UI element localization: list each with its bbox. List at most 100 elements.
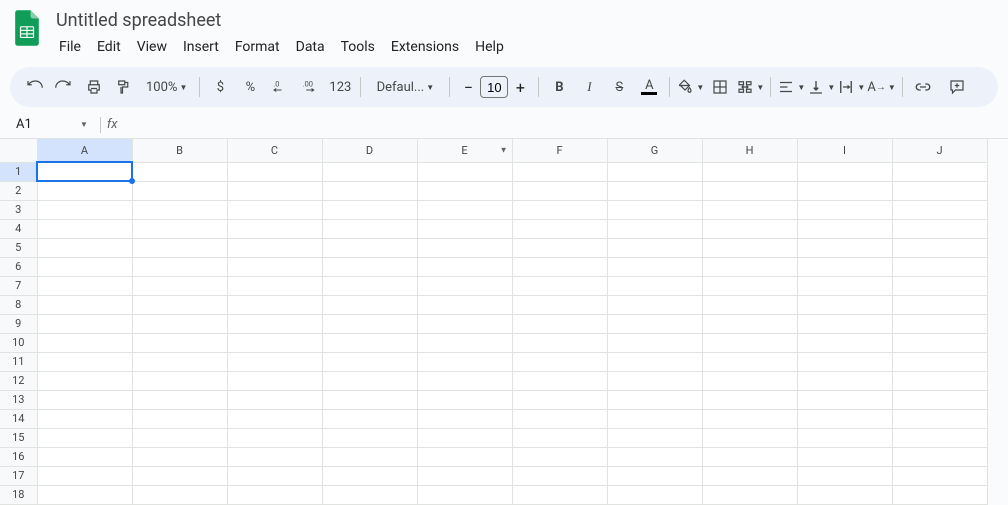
row-header[interactable]: 2 xyxy=(0,181,37,200)
cell[interactable] xyxy=(37,352,132,371)
formula-input[interactable] xyxy=(118,117,1008,132)
cell[interactable] xyxy=(132,295,227,314)
spreadsheet-grid[interactable]: ABCDE▼FGHIJ 123456789101112131415161718 xyxy=(0,139,988,505)
column-header[interactable]: C xyxy=(227,139,322,162)
cell[interactable] xyxy=(322,485,417,504)
cell[interactable] xyxy=(512,295,607,314)
cell[interactable] xyxy=(892,295,987,314)
menu-extensions[interactable]: Extensions xyxy=(384,35,466,59)
cell[interactable] xyxy=(892,219,987,238)
cell[interactable] xyxy=(322,333,417,352)
cell[interactable] xyxy=(322,428,417,447)
cell[interactable] xyxy=(512,390,607,409)
cell[interactable] xyxy=(132,466,227,485)
italic-button[interactable]: I xyxy=(575,73,603,101)
cell[interactable] xyxy=(322,276,417,295)
cell[interactable] xyxy=(512,200,607,219)
cell[interactable] xyxy=(797,276,892,295)
cell[interactable] xyxy=(37,295,132,314)
cell[interactable] xyxy=(512,257,607,276)
cell[interactable] xyxy=(797,295,892,314)
row-header[interactable]: 6 xyxy=(0,257,37,276)
cell[interactable] xyxy=(417,181,512,200)
cell[interactable] xyxy=(797,181,892,200)
cell[interactable] xyxy=(417,428,512,447)
percent-button[interactable]: % xyxy=(236,73,264,101)
cell[interactable] xyxy=(227,371,322,390)
cell[interactable] xyxy=(512,162,607,181)
cell[interactable] xyxy=(892,162,987,181)
zoom-select[interactable]: 100%▼ xyxy=(140,73,193,101)
cell[interactable] xyxy=(322,466,417,485)
vertical-align-button[interactable]: ▼ xyxy=(807,73,835,101)
cell[interactable] xyxy=(607,238,702,257)
horizontal-align-button[interactable]: ▼ xyxy=(777,73,805,101)
cell[interactable] xyxy=(417,390,512,409)
cell[interactable] xyxy=(797,447,892,466)
cell[interactable] xyxy=(227,219,322,238)
cell[interactable] xyxy=(797,162,892,181)
bold-button[interactable]: B xyxy=(545,73,573,101)
cell[interactable] xyxy=(132,352,227,371)
cell[interactable] xyxy=(702,352,797,371)
sheets-logo-icon[interactable] xyxy=(12,8,42,48)
cell[interactable] xyxy=(417,314,512,333)
cell[interactable] xyxy=(132,257,227,276)
cell[interactable] xyxy=(892,485,987,504)
cell[interactable] xyxy=(227,238,322,257)
cell[interactable] xyxy=(417,352,512,371)
cell[interactable] xyxy=(797,314,892,333)
cell[interactable] xyxy=(702,466,797,485)
cell[interactable] xyxy=(417,219,512,238)
cell[interactable] xyxy=(702,257,797,276)
menu-file[interactable]: File xyxy=(52,35,88,59)
column-header[interactable]: J xyxy=(892,139,987,162)
cell[interactable] xyxy=(322,314,417,333)
row-header[interactable]: 8 xyxy=(0,295,37,314)
cell[interactable] xyxy=(132,276,227,295)
cell[interactable] xyxy=(227,466,322,485)
cell[interactable] xyxy=(322,238,417,257)
cell[interactable] xyxy=(797,219,892,238)
cell[interactable] xyxy=(607,352,702,371)
cell[interactable] xyxy=(607,428,702,447)
cell[interactable] xyxy=(227,295,322,314)
cell[interactable] xyxy=(702,219,797,238)
cell[interactable] xyxy=(322,200,417,219)
cell[interactable] xyxy=(607,181,702,200)
cell[interactable] xyxy=(607,485,702,504)
menu-format[interactable]: Format xyxy=(228,35,287,59)
cell[interactable] xyxy=(132,390,227,409)
cell[interactable] xyxy=(512,314,607,333)
cell[interactable] xyxy=(702,409,797,428)
cell[interactable] xyxy=(132,447,227,466)
borders-button[interactable] xyxy=(706,73,734,101)
row-header[interactable]: 11 xyxy=(0,352,37,371)
text-color-button[interactable]: A xyxy=(635,73,663,101)
cell[interactable] xyxy=(37,447,132,466)
cell[interactable] xyxy=(797,409,892,428)
cell[interactable] xyxy=(607,219,702,238)
row-header[interactable]: 15 xyxy=(0,428,37,447)
cell[interactable] xyxy=(37,276,132,295)
cell[interactable] xyxy=(322,390,417,409)
column-header[interactable]: A xyxy=(37,139,132,162)
menu-help[interactable]: Help xyxy=(468,35,511,59)
cell[interactable] xyxy=(37,200,132,219)
column-header[interactable]: F xyxy=(512,139,607,162)
cell[interactable] xyxy=(322,162,417,181)
row-header[interactable]: 9 xyxy=(0,314,37,333)
cell[interactable] xyxy=(892,257,987,276)
increase-font-size-button[interactable]: + xyxy=(508,75,532,99)
cell[interactable] xyxy=(607,200,702,219)
strikethrough-button[interactable]: S xyxy=(605,73,633,101)
cell[interactable] xyxy=(132,314,227,333)
cell[interactable] xyxy=(607,276,702,295)
cell[interactable] xyxy=(797,333,892,352)
cell[interactable] xyxy=(512,219,607,238)
cell[interactable] xyxy=(512,333,607,352)
cell[interactable] xyxy=(702,238,797,257)
cell[interactable] xyxy=(132,409,227,428)
cell[interactable] xyxy=(797,238,892,257)
cell[interactable] xyxy=(322,371,417,390)
